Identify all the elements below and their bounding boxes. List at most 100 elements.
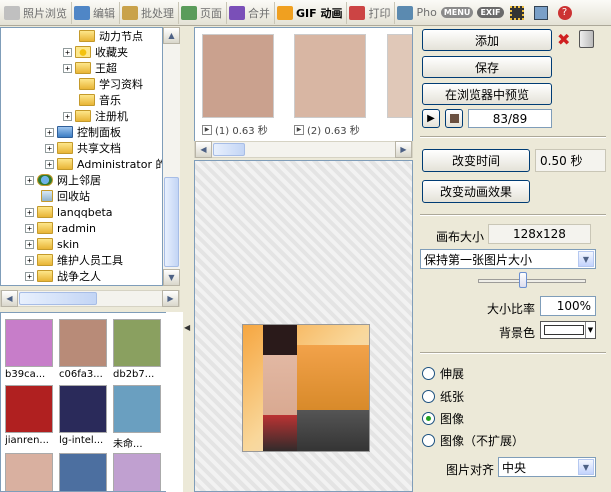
tab-photo[interactable]: Pho [395,2,440,24]
tab-edit[interactable]: 编辑 [72,1,120,24]
radio-image-no-expand[interactable]: 图像（不扩展） [422,432,524,449]
tree-item[interactable]: + radmin [25,220,96,236]
time-value[interactable]: 0.50 秒 [535,149,606,172]
scale-input[interactable]: 100% [540,296,596,316]
tree-item[interactable]: + 王超 [63,60,117,76]
tab-merge[interactable]: 合并 [227,1,275,24]
tree-item[interactable]: + 控制面板 [45,124,121,140]
background-color-picker[interactable]: ▼ [540,321,596,339]
slider-thumb[interactable] [519,272,527,288]
chevron-down-icon[interactable]: ▼ [585,322,595,338]
expand-icon[interactable]: + [25,223,34,233]
tree-item[interactable]: + 维护人员工具 [25,252,123,268]
image-align-select[interactable]: 中央 ▼ [498,457,596,477]
tree-item[interactable]: + 注册机 [63,108,128,124]
thumbnail[interactable] [59,453,111,491]
tree-item[interactable]: + skin [25,236,79,252]
expand-icon[interactable]: + [45,143,54,153]
radio-image[interactable]: 图像 [422,410,464,427]
expand-icon[interactable]: + [25,271,34,281]
add-button[interactable]: 添加 [422,29,552,51]
expand-icon[interactable]: + [63,63,72,73]
tab-gif-animation[interactable]: GIF 动画 [275,1,348,24]
radio-stretch[interactable]: 伸展 [422,365,464,382]
tree-item[interactable]: 学习资料 [79,76,143,92]
folder-icon [37,270,53,282]
play-icon[interactable]: ▶ [294,124,304,135]
change-animation-effect-button[interactable]: 改变动画效果 [422,180,530,203]
expand-icon[interactable]: + [25,175,34,185]
play-icon[interactable]: ▶ [202,124,212,135]
chevron-down-icon[interactable]: ▼ [578,459,594,475]
thumbnail-image [5,453,53,491]
frame-item[interactable]: ▶ (1) 0.63 秒 [202,34,282,137]
panel-splitter[interactable]: ◀ [183,27,193,492]
scroll-thumb[interactable] [167,312,182,352]
scroll-up-icon[interactable]: ▲ [163,27,180,44]
expand-icon[interactable]: + [25,255,34,265]
thumbnail[interactable]: 未命... [113,385,165,450]
scroll-down-icon[interactable]: ▼ [163,269,180,286]
tab-photo-browse[interactable]: 照片浏览 [2,1,72,24]
tree-item[interactable]: + 共享文档 [45,140,121,156]
expand-icon[interactable]: + [25,239,34,249]
delete-icon[interactable]: ✖ [557,30,570,49]
chevron-down-icon[interactable]: ▼ [578,251,594,267]
tree-item[interactable]: + Administrator 的 [45,156,162,172]
thumbnail[interactable] [5,453,57,491]
radio-paper[interactable]: 纸张 [422,388,464,405]
animation-frames[interactable]: ▶ (1) 0.63 秒 ▶ (2) 0.63 秒 [194,27,413,157]
expand-icon[interactable]: + [25,207,34,217]
scroll-thumb[interactable] [164,177,179,267]
help-button[interactable]: ? [554,4,576,22]
tab-print[interactable]: 打印 [347,1,396,24]
thumbnail[interactable]: b39ca... [5,319,57,380]
thumbnails-vertical-scrollbar[interactable] [166,312,183,492]
thumbnail[interactable]: c06fa3... [59,319,111,380]
thumbnail[interactable]: jianren... [5,385,57,446]
file-thumbnails[interactable]: b39ca... c06fa3... db2b7... jianren... l… [0,312,183,492]
tree-item[interactable]: + 网上邻居 [25,172,101,188]
frame-item[interactable]: ▶ (2) 0.63 秒 [294,34,374,137]
settings-button[interactable] [530,4,552,22]
scroll-left-icon[interactable]: ◀ [195,141,212,158]
scroll-right-icon[interactable]: ▶ [162,290,179,307]
tab-batch[interactable]: 批处理 [120,1,179,24]
scroll-thumb[interactable] [213,143,245,156]
menu-button[interactable]: MENU [440,7,474,18]
batch-icon [122,5,138,20]
frame-item[interactable] [387,34,412,118]
slideshow-button[interactable] [506,4,528,22]
frames-horizontal-scrollbar[interactable]: ◀ ▶ [194,141,413,158]
folder-tree[interactable]: 动力节点 + 收藏夹 + 王超 学习资料 音乐 + 注册机 + 控制面板 + 共享文档 +… [0,27,163,286]
play-button[interactable]: ▶ [422,109,440,128]
expand-icon[interactable]: + [45,159,54,169]
tree-item[interactable]: + 收藏夹 [63,44,128,60]
thumbnail[interactable] [113,453,165,491]
tree-item[interactable]: + 战争之人 [25,268,101,284]
canvas-size-select[interactable]: 保持第一张图片大小 ▼ [420,249,596,269]
thumbnail[interactable]: db2b7... [113,319,165,380]
expand-icon[interactable]: + [63,47,72,57]
tree-item[interactable]: 音乐 [79,92,121,108]
tree-horizontal-scrollbar[interactable]: ◀ ▶ [0,290,180,307]
scroll-thumb[interactable] [19,292,97,305]
collapse-arrow-icon[interactable]: ◀ [184,323,190,332]
preview-in-browser-button[interactable]: 在浏览器中预览 [422,83,552,105]
tree-item[interactable]: 回收站 [41,188,90,204]
scroll-left-icon[interactable]: ◀ [1,290,18,307]
save-button[interactable]: 保存 [422,56,552,78]
expand-icon[interactable]: + [45,127,54,137]
tree-vertical-scrollbar[interactable]: ▲ ▼ [163,27,180,286]
scroll-right-icon[interactable]: ▶ [395,141,412,158]
expand-icon[interactable]: + [63,111,72,121]
thumbnail[interactable]: lg-intel... [59,385,111,446]
stop-button[interactable] [445,109,463,128]
exif-button[interactable]: EXIF [477,7,504,18]
change-time-button[interactable]: 改变时间 [422,149,530,172]
scale-slider[interactable] [478,279,586,283]
tab-page[interactable]: 页面 [179,1,227,24]
trash-icon[interactable] [579,30,594,48]
tree-item[interactable]: 动力节点 [79,28,143,44]
tree-item[interactable]: + lanqqbeta [25,204,113,220]
